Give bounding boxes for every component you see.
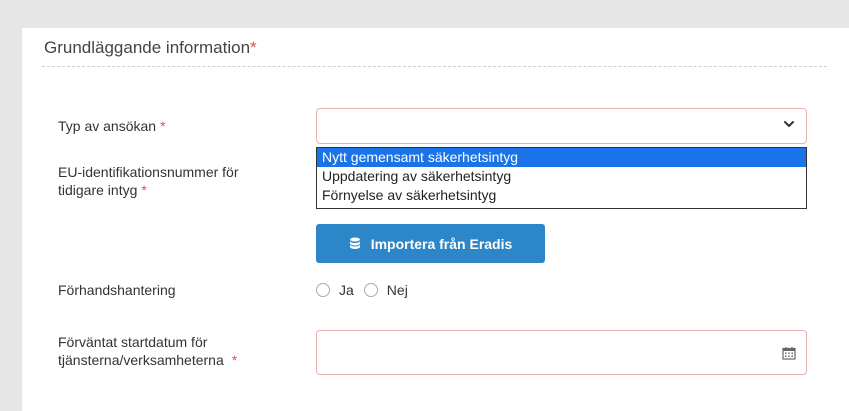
radio-no-label: Nej — [386, 282, 408, 298]
database-icon — [349, 237, 360, 249]
pre-handling-radio-group: Ja Nej — [316, 280, 418, 300]
section-divider — [42, 66, 827, 67]
eu-id-label: EU-identifikationsnummer för tidigare in… — [58, 164, 239, 198]
chevron-down-icon — [784, 121, 794, 127]
import-eradis-button[interactable]: Importera från Eradis — [316, 224, 545, 263]
dropdown-option[interactable]: Nytt gemensamt säkerhetsintyg — [317, 148, 806, 167]
start-date-label: Förväntat startdatum för tjänsterna/verk… — [58, 334, 238, 368]
radio-yes[interactable] — [316, 283, 330, 297]
dropdown-option[interactable]: Förnyelse av säkerhetsintyg — [317, 186, 806, 205]
required-mark: * — [141, 182, 147, 198]
section-title-text: Grundläggande information — [44, 38, 251, 57]
import-button-label: Importera från Eradis — [370, 235, 513, 252]
pre-handling-label: Förhandshantering — [58, 282, 176, 298]
application-type-dropdown: Nytt gemensamt säkerhetsintyg Uppdaterin… — [316, 147, 807, 209]
radio-yes-label: Ja — [339, 282, 354, 298]
required-mark: * — [160, 118, 166, 134]
application-type-select[interactable] — [316, 108, 807, 144]
section-title: Grundläggande information* — [44, 38, 257, 58]
application-type-label: Typ av ansökan * — [58, 118, 166, 134]
calendar-icon[interactable] — [782, 346, 796, 360]
start-date-input[interactable] — [316, 330, 807, 375]
required-mark: * — [231, 352, 238, 368]
dropdown-option[interactable]: Uppdatering av säkerhetsintyg — [317, 167, 806, 186]
radio-no[interactable] — [363, 283, 378, 297]
required-mark: * — [250, 38, 257, 57]
